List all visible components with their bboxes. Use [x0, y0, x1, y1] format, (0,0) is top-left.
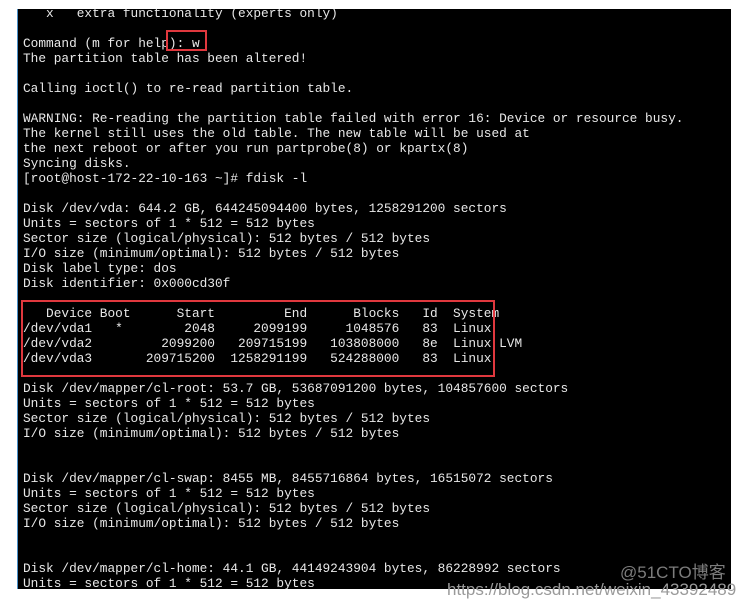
terminal-line: Units = sectors of 1 * 512 = 512 bytes	[23, 486, 315, 501]
terminal-line: Syncing disks.	[23, 156, 131, 171]
terminal-line: I/O size (minimum/optimal): 512 bytes / …	[23, 516, 400, 531]
terminal-line: I/O size (minimum/optimal): 512 bytes / …	[23, 426, 400, 441]
terminal-line: Calling ioctl() to re-read partition tab…	[23, 81, 354, 96]
terminal-line: The partition table has been altered!	[23, 51, 308, 66]
terminal-line: Sector size (logical/physical): 512 byte…	[23, 231, 431, 246]
terminal-line: WARNING: Re-reading the partition table …	[23, 111, 684, 126]
terminal-line: Sector size (logical/physical): 512 byte…	[23, 501, 431, 516]
highlight-partition-table	[21, 300, 495, 377]
terminal-output: x extra functionality (experts only) Comm…	[23, 9, 683, 589]
terminal-line: Disk /dev/mapper/cl-root: 53.7 GB, 53687…	[23, 381, 569, 396]
terminal-line: Units = sectors of 1 * 512 = 512 bytes	[23, 216, 315, 231]
terminal-line: The kernel still uses the old table. The…	[23, 126, 530, 141]
terminal-line: Disk identifier: 0x000cd30f	[23, 276, 231, 291]
terminal-line: the next reboot or after you run partpro…	[23, 141, 469, 156]
terminal-line: Units = sectors of 1 * 512 = 512 bytes	[23, 396, 315, 411]
terminal-line: Disk /dev/vda: 644.2 GB, 644245094400 by…	[23, 201, 507, 216]
terminal-line: Command (m for help): w	[23, 36, 200, 51]
terminal-line: I/O size (minimum/optimal): 512 bytes / …	[23, 246, 400, 261]
terminal-line: [root@host-172-22-10-163 ~]# fdisk -l	[23, 171, 308, 186]
terminal-window[interactable]: x extra functionality (experts only) Comm…	[17, 9, 731, 589]
watermark-url: https://blog.csdn.net/weixin_43392489	[447, 580, 737, 599]
highlight-command-w	[166, 30, 207, 51]
terminal-line: Disk /dev/mapper/cl-home: 44.1 GB, 44149…	[23, 561, 561, 576]
terminal-line: Sector size (logical/physical): 512 byte…	[23, 411, 431, 426]
terminal-line: Disk /dev/mapper/cl-swap: 8455 MB, 84557…	[23, 471, 553, 486]
terminal-line: x extra functionality (experts only)	[23, 9, 338, 21]
terminal-line: Disk label type: dos	[23, 261, 177, 276]
